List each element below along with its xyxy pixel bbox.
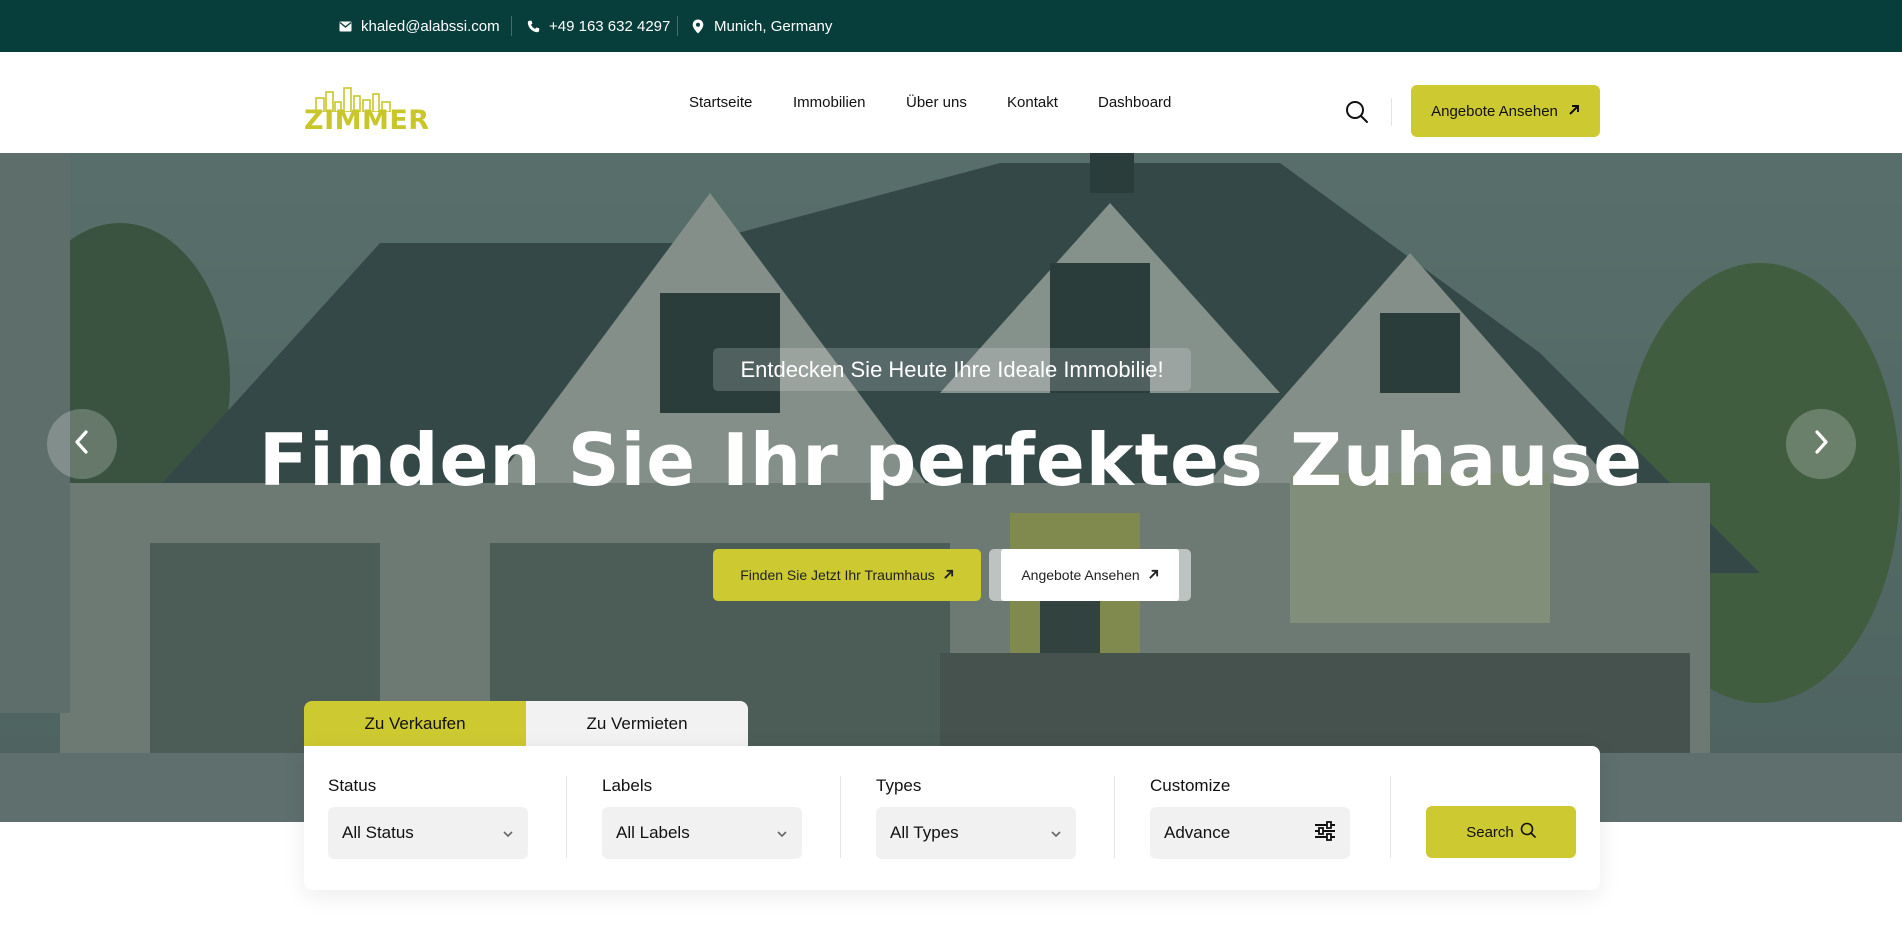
hero-view-offers-button[interactable]: Angebote Ansehen (989, 549, 1191, 601)
chevron-right-icon (1812, 429, 1830, 460)
slider-next-button[interactable] (1786, 409, 1856, 479)
status-select[interactable]: All Status (328, 807, 528, 859)
divider (1114, 776, 1115, 858)
find-dream-home-label: Finden Sie Jetzt Ihr Traumhaus (740, 567, 935, 583)
labels-label: Labels (602, 776, 653, 795)
property-search-panel: Status All Status Labels All Labels Type… (304, 746, 1600, 890)
arrow-up-right-icon (1148, 567, 1159, 583)
listing-type-tabs: Zu Verkaufen Zu Vermieten (304, 701, 748, 746)
sliders-icon (1314, 820, 1336, 846)
status-label: Status (328, 776, 377, 795)
hero-view-offers-label: Angebote Ansehen (1021, 567, 1140, 583)
view-offers-button[interactable]: Angebote Ansehen (1411, 85, 1600, 137)
email-text: khaled@alabssi.com (361, 17, 500, 35)
arrow-up-right-icon (1568, 103, 1580, 120)
types-value: All Types (890, 823, 959, 842)
site-logo[interactable]: ZIMMER (304, 86, 429, 136)
search-submit-button[interactable]: Search (1426, 806, 1576, 858)
chevron-down-icon (776, 823, 788, 843)
tab-zu-verkaufen[interactable]: Zu Verkaufen (304, 701, 526, 746)
divider (840, 776, 841, 858)
top-contact-bar: khaled@alabssi.com +49 163 632 4297 Muni… (0, 0, 1902, 52)
hero-title: Finden Sie Ihr perfektes Zuhause (258, 418, 1644, 502)
divider (511, 16, 512, 36)
search-icon[interactable] (1345, 100, 1371, 126)
hero-eyebrow: Entdecken Sie Heute Ihre Ideale Immobili… (713, 348, 1191, 391)
site-header: ZIMMER Startseite Immobilien Über uns Ko… (0, 52, 1902, 153)
find-dream-home-button[interactable]: Finden Sie Jetzt Ihr Traumhaus (713, 549, 981, 601)
arrow-up-right-icon (943, 567, 954, 583)
hero-view-offers-inner: Angebote Ansehen (1001, 549, 1179, 601)
location-text: Munich, Germany (714, 17, 833, 35)
view-offers-label: Angebote Ansehen (1431, 102, 1558, 120)
nav-item-ueber-uns[interactable]: Über uns (906, 94, 967, 111)
nav-item-startseite[interactable]: Startseite (689, 94, 752, 111)
contact-email[interactable]: khaled@alabssi.com (337, 0, 500, 52)
search-icon (1514, 822, 1536, 842)
labels-filter: Labels All Labels (602, 776, 802, 859)
phone-icon (525, 18, 541, 34)
types-label: Types (876, 776, 922, 795)
location-pin-icon (690, 18, 706, 34)
divider (677, 16, 678, 36)
nav-item-kontakt[interactable]: Kontakt (1007, 94, 1058, 111)
status-filter: Status All Status (328, 776, 528, 859)
tab-zu-vermieten[interactable]: Zu Vermieten (526, 701, 748, 746)
labels-value: All Labels (616, 823, 690, 842)
contact-phone[interactable]: +49 163 632 4297 (525, 0, 670, 52)
chevron-down-icon (1050, 823, 1062, 843)
customize-value: Advance (1164, 823, 1231, 842)
status-value: All Status (342, 823, 414, 842)
types-select[interactable]: All Types (876, 807, 1076, 859)
contact-location: Munich, Germany (690, 0, 832, 52)
divider (566, 776, 567, 858)
chevron-left-icon (73, 429, 91, 460)
logo-wordmark: ZIMMER (304, 105, 430, 136)
divider (1391, 98, 1392, 126)
customize-label: Customize (1150, 776, 1231, 795)
labels-select[interactable]: All Labels (602, 807, 802, 859)
phone-text: +49 163 632 4297 (549, 17, 671, 35)
hero-slider: Entdecken Sie Heute Ihre Ideale Immobili… (0, 153, 1902, 822)
divider (1390, 776, 1391, 858)
search-button-label: Search (1466, 823, 1514, 841)
customize-filter: Customize Advance (1150, 776, 1350, 859)
nav-item-immobilien[interactable]: Immobilien (793, 94, 866, 111)
slider-prev-button[interactable] (47, 409, 117, 479)
types-filter: Types All Types (876, 776, 1076, 859)
mail-icon (337, 18, 353, 34)
advanced-search-toggle[interactable]: Advance (1150, 807, 1350, 859)
nav-item-dashboard[interactable]: Dashboard (1098, 94, 1171, 111)
chevron-down-icon (502, 823, 514, 843)
